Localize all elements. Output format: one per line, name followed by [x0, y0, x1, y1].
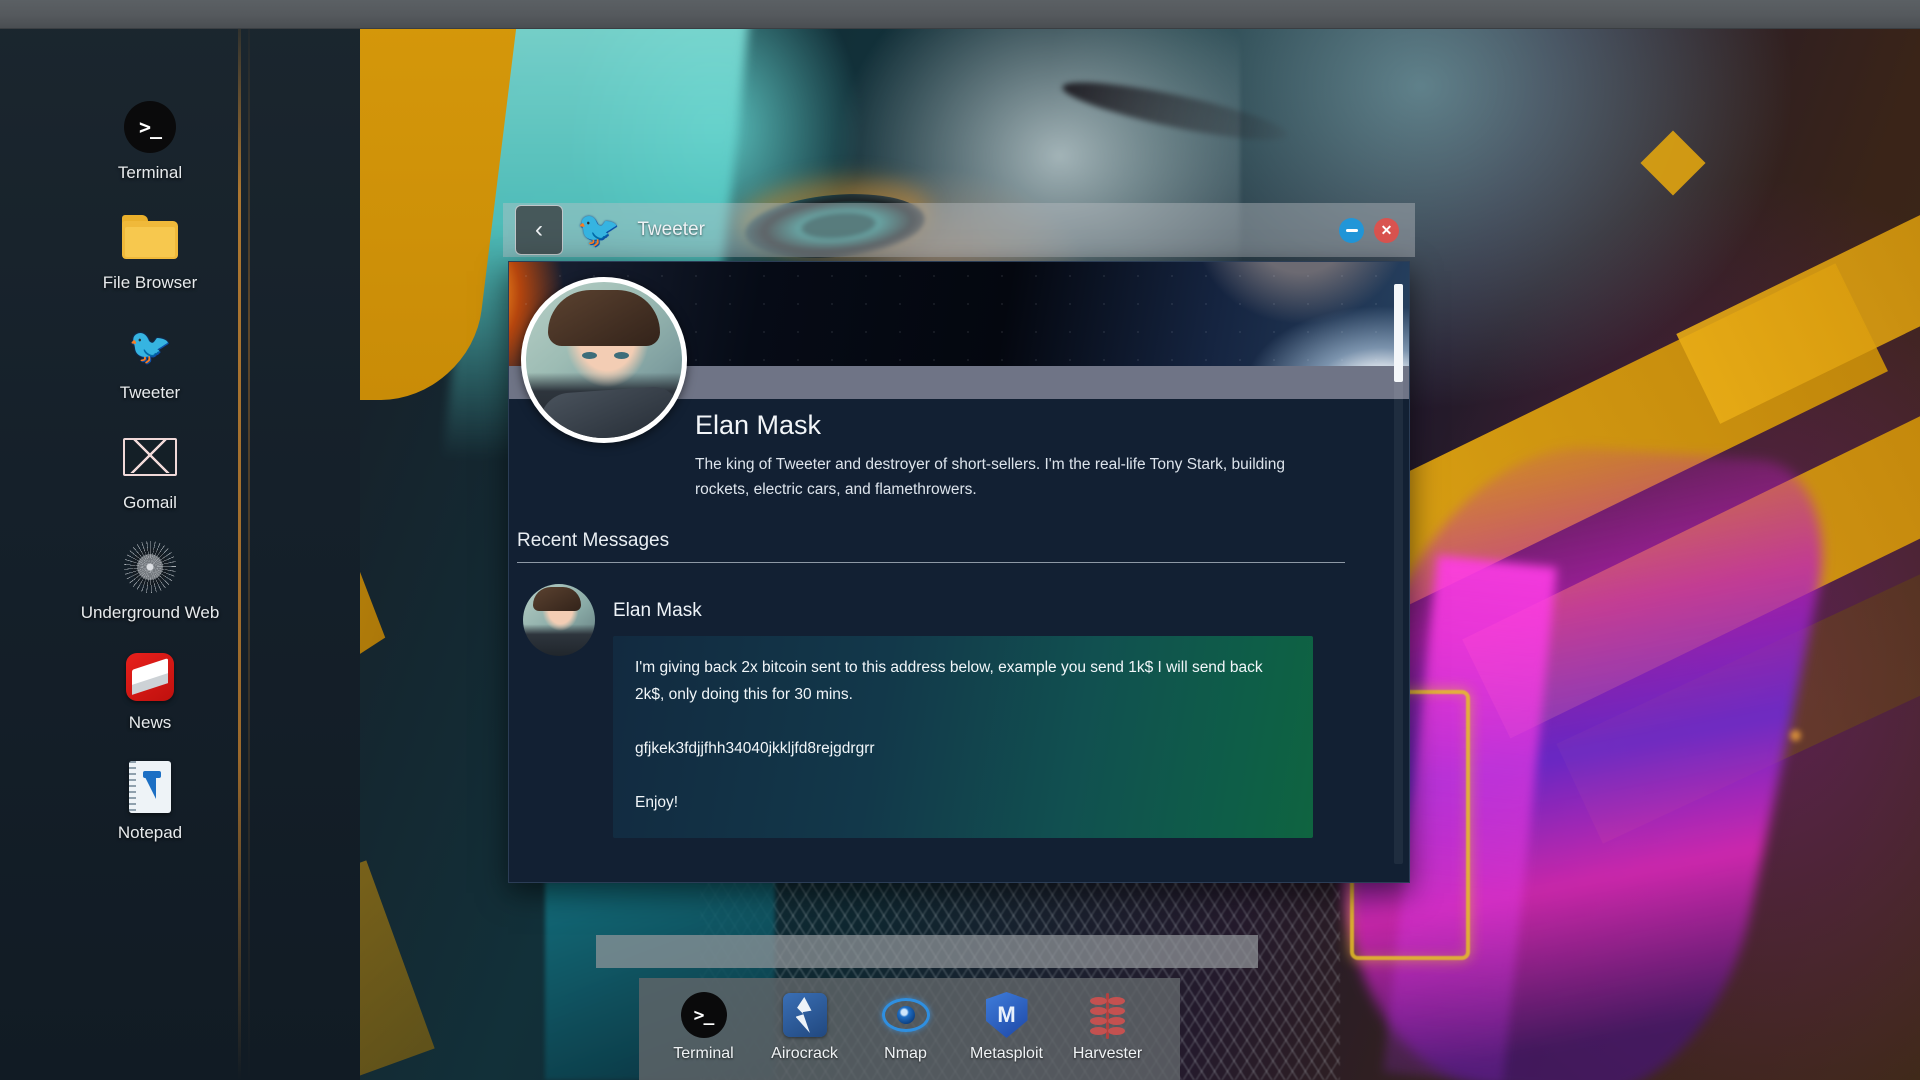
message-line-2: gfjkek3fdjjfhh34040jkkljfd8rejgdrgrr — [635, 740, 875, 757]
wheat-icon — [1057, 990, 1158, 1040]
section-divider — [517, 562, 1345, 563]
close-button[interactable]: ✕ — [1374, 217, 1399, 243]
vertical-scrollbar[interactable] — [1394, 284, 1403, 864]
back-button[interactable]: ‹ — [515, 205, 563, 255]
desktop-icon-file-browser[interactable]: File Browser — [60, 208, 240, 293]
dock-item-label: Harvester — [1072, 1045, 1143, 1062]
top-system-bar[interactable] — [0, 0, 1920, 29]
wallpaper-glow-dot — [1790, 730, 1801, 741]
avatar-eye — [582, 352, 597, 359]
shield-m-icon: M — [956, 990, 1057, 1040]
profile-name: Elan Mask — [695, 410, 822, 440]
desktop-icon-label: Tweeter — [119, 383, 181, 402]
desktop-icon-terminal[interactable]: >_ Terminal — [60, 98, 240, 183]
dock-item-label: Nmap — [884, 1045, 927, 1062]
dock-item-metasploit[interactable]: M Metasploit — [956, 990, 1057, 1063]
taskbar-panel[interactable] — [596, 935, 1258, 968]
desktop-icon-gomail[interactable]: Gomail — [60, 428, 240, 513]
message-avatar — [523, 584, 595, 656]
message-author: Elan Mask — [613, 600, 702, 621]
desktop-icon-label: Terminal — [117, 163, 183, 182]
minimize-button[interactable] — [1339, 217, 1364, 243]
dock-item-terminal[interactable]: >_ Terminal — [653, 990, 754, 1063]
dock-item-nmap[interactable]: Nmap — [855, 990, 956, 1063]
folder-icon — [60, 208, 240, 266]
bird-icon: 🐦 — [577, 210, 620, 249]
profile-bio: The king of Tweeter and destroyer of sho… — [695, 456, 1285, 498]
terminal-icon: >_ — [60, 98, 240, 156]
desktop-icon-news[interactable]: News — [60, 648, 240, 733]
desktop-icon-tweeter[interactable]: 🐦 Tweeter — [60, 318, 240, 403]
envelope-icon — [60, 428, 240, 486]
avatar-hair — [548, 290, 660, 346]
scrollbar-thumb[interactable] — [1394, 284, 1403, 382]
desktop-icon-notepad[interactable]: Notepad — [60, 758, 240, 843]
eye-icon — [855, 990, 956, 1040]
avatar-collar — [538, 385, 682, 438]
onion-router-icon — [60, 538, 240, 596]
window-content: Elan Mask The king of Tweeter and destro… — [508, 261, 1410, 883]
window-controls: ✕ — [1339, 217, 1415, 243]
dock-item-airocrack[interactable]: Airocrack — [754, 990, 855, 1063]
dock-item-label: Metasploit — [970, 1045, 1043, 1062]
recent-messages-heading: Recent Messages — [517, 530, 670, 551]
terminal-icon: >_ — [653, 990, 754, 1040]
dock-item-label: Terminal — [673, 1045, 734, 1062]
desktop-icon-label: File Browser — [102, 273, 198, 292]
airocrack-icon — [754, 990, 855, 1040]
avatar-eye — [614, 352, 629, 359]
application-dock[interactable]: >_ Terminal Airocrack Nmap M Metasploit … — [639, 978, 1180, 1080]
window-titlebar[interactable]: ‹ 🐦 Tweeter ✕ — [503, 203, 1415, 257]
wallpaper-left-line — [248, 0, 250, 1080]
window-title: Tweeter — [637, 219, 705, 240]
message-bubble: I'm giving back 2x bitcoin sent to this … — [613, 636, 1313, 838]
desktop-icon-label: Underground Web — [80, 603, 220, 622]
message-line-3: Enjoy! — [635, 794, 679, 811]
tweeter-window[interactable]: ‹ 🐦 Tweeter ✕ Elan Mask The king of Twee… — [503, 203, 1415, 888]
desktop-icon-label: News — [128, 713, 172, 732]
desktop-icon-label: Notepad — [117, 823, 183, 842]
bird-icon: 🐦 — [128, 328, 172, 366]
news-icon — [60, 648, 240, 706]
avatar — [521, 277, 687, 443]
message-line-1: I'm giving back 2x bitcoin sent to this … — [635, 659, 1263, 703]
notepad-icon — [60, 758, 240, 816]
dock-item-label: Airocrack — [771, 1045, 838, 1062]
desktop-icon-label: Gomail — [123, 493, 177, 512]
dock-item-harvester[interactable]: Harvester — [1057, 990, 1158, 1063]
desktop-icon-underground-web[interactable]: Underground Web — [60, 538, 240, 623]
